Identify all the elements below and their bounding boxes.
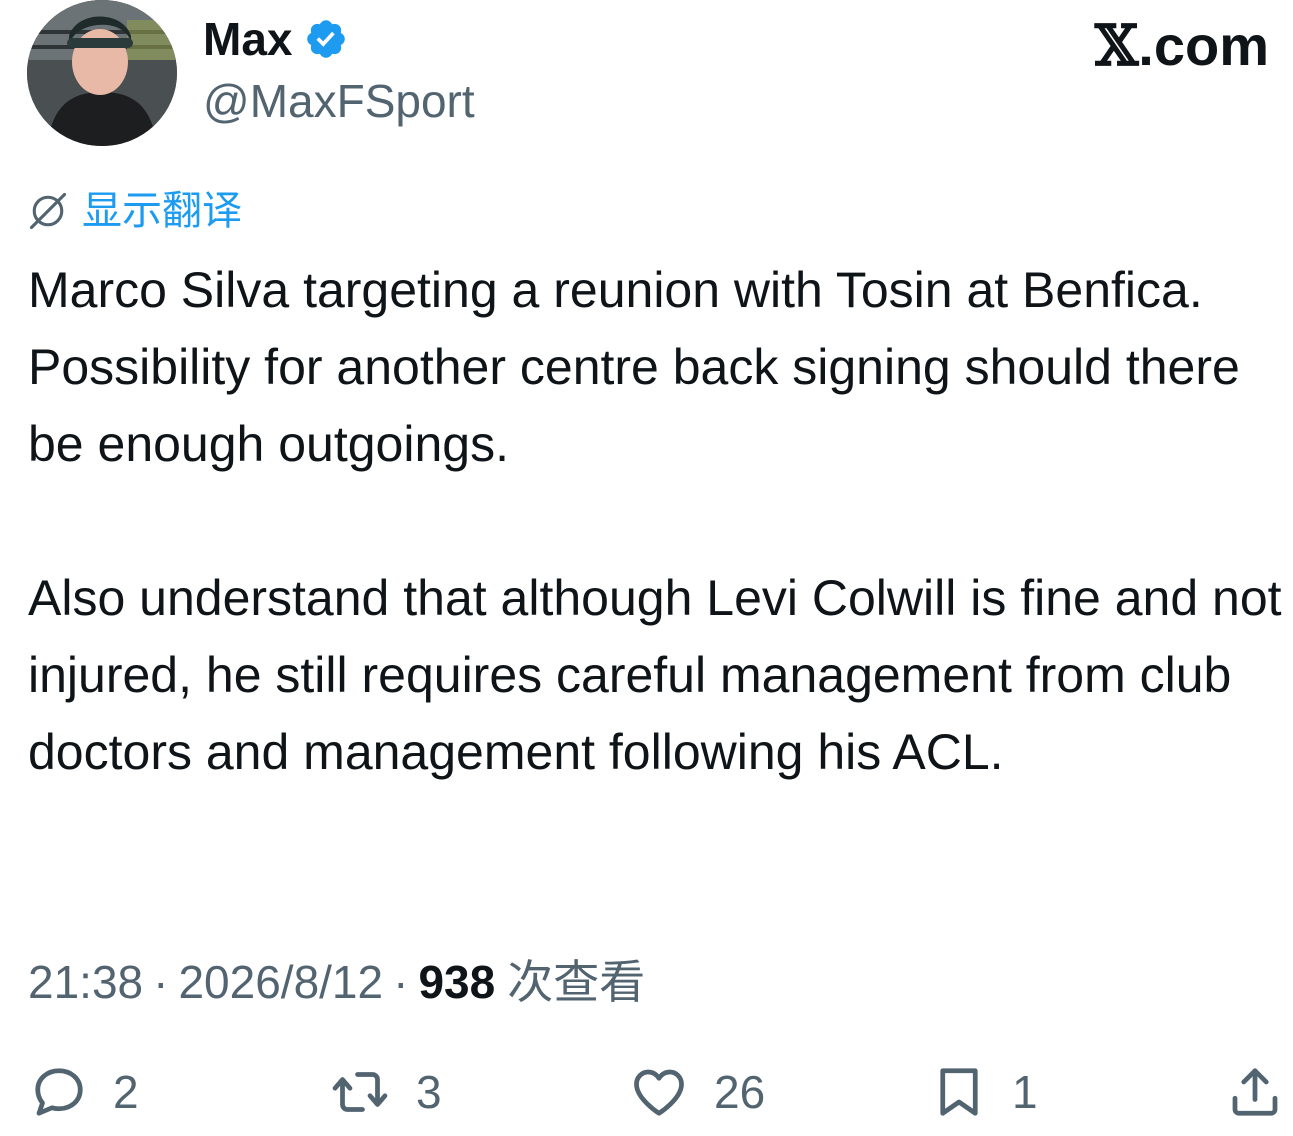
avatar[interactable] bbox=[27, 0, 177, 146]
show-translation-label: 显示翻译 bbox=[82, 189, 242, 233]
like-count: 26 bbox=[714, 1066, 766, 1118]
bookmark-button[interactable]: 1 bbox=[928, 1062, 1038, 1122]
bookmark-icon bbox=[928, 1062, 990, 1122]
tweet-date[interactable]: 2026/8/12 bbox=[178, 952, 383, 1012]
heart-icon bbox=[626, 1062, 692, 1122]
show-translation-button[interactable]: 显示翻译 bbox=[26, 186, 242, 236]
share-icon bbox=[1224, 1062, 1286, 1122]
tweet-text: Marco Silva targeting a reunion with Tos… bbox=[28, 252, 1290, 791]
bookmark-count: 1 bbox=[1012, 1066, 1038, 1118]
tweet-time[interactable]: 21:38 bbox=[28, 952, 143, 1012]
retweet-count: 3 bbox=[416, 1066, 442, 1118]
views-label: 次查看 bbox=[507, 956, 646, 1008]
author-display-name[interactable]: Max bbox=[203, 12, 292, 66]
retweet-icon bbox=[326, 1062, 394, 1122]
meta-separator: · bbox=[393, 956, 409, 1008]
x-com-logo: 𝕏 .com bbox=[1095, 14, 1269, 78]
avatar-photo bbox=[27, 0, 177, 146]
views-count: 938 bbox=[418, 956, 496, 1008]
reply-bubble-icon bbox=[27, 1062, 91, 1122]
tweet-paragraph: Also understand that although Levi Colwi… bbox=[28, 570, 1282, 780]
tweet-meta: 21:38 · 2026/8/12 · 938 次查看 bbox=[28, 952, 645, 1012]
verified-badge-icon bbox=[304, 17, 348, 61]
like-button[interactable]: 26 bbox=[626, 1062, 765, 1122]
retweet-button[interactable]: 3 bbox=[326, 1062, 442, 1122]
x-logo-suffix: .com bbox=[1138, 14, 1269, 77]
author-name-row[interactable]: Max bbox=[203, 12, 348, 66]
reply-button[interactable]: 2 bbox=[27, 1062, 139, 1122]
globe-slash-icon bbox=[26, 189, 70, 233]
x-logo-glyph: 𝕏 bbox=[1094, 13, 1139, 79]
reply-count: 2 bbox=[113, 1066, 139, 1118]
meta-separator: · bbox=[153, 956, 169, 1008]
tweet-actions: 2 3 26 1 bbox=[0, 1062, 1293, 1126]
author-handle[interactable]: @MaxFSport bbox=[203, 74, 475, 128]
tweet-paragraph: Marco Silva targeting a reunion with Tos… bbox=[28, 262, 1240, 472]
share-button[interactable] bbox=[1224, 1062, 1286, 1122]
